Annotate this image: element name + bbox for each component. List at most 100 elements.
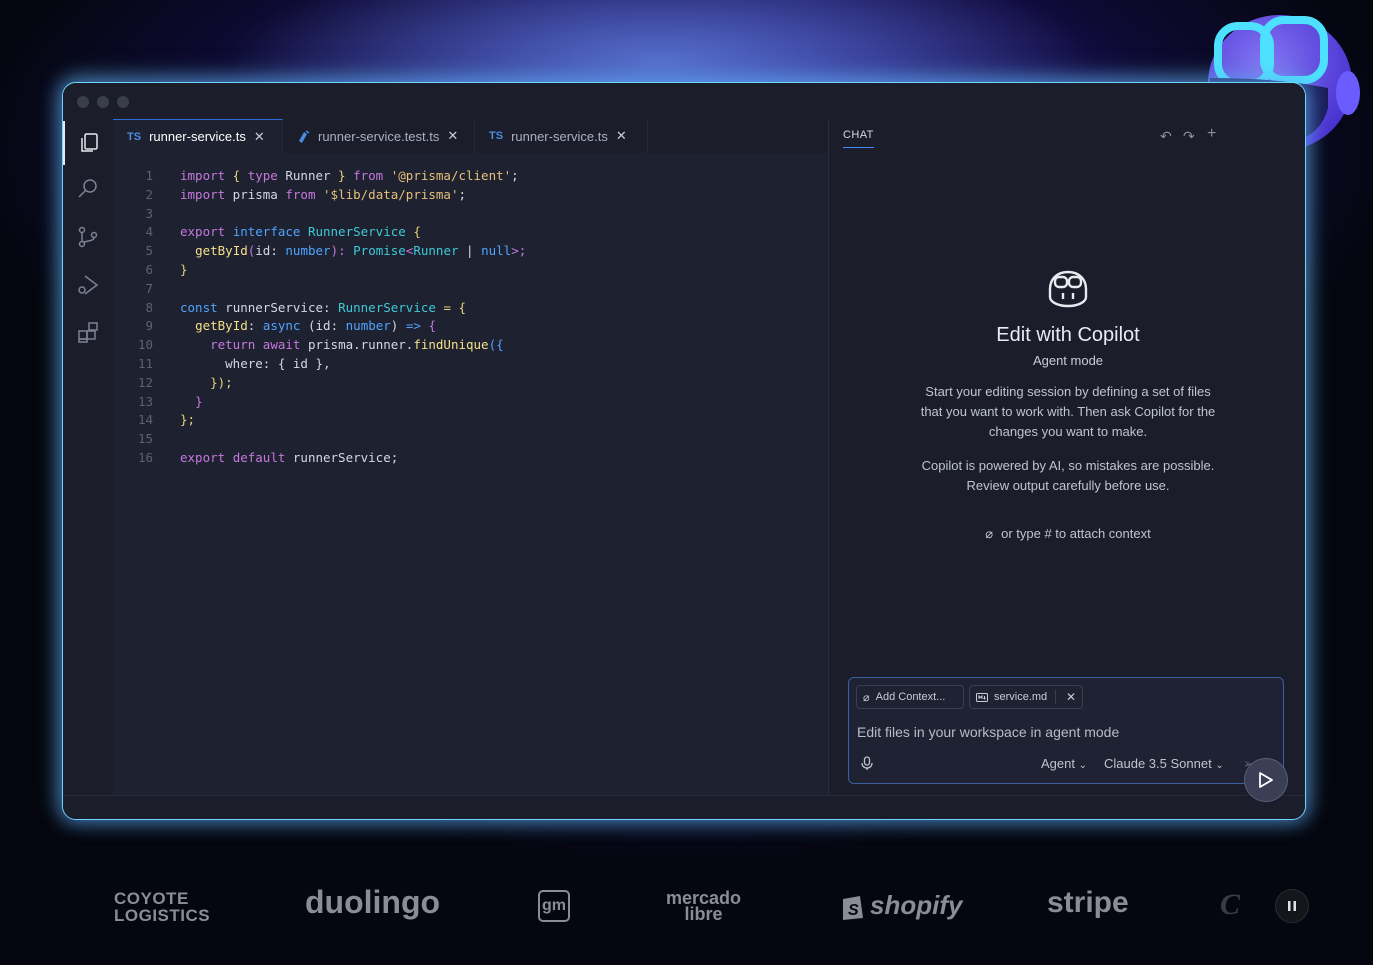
code-token: return: [210, 337, 256, 353]
explorer-icon[interactable]: [63, 121, 113, 165]
code-token: }: [330, 168, 354, 183]
code-token: }: [180, 261, 188, 277]
new-chat-icon[interactable]: +: [1207, 125, 1216, 143]
code-token: :: [323, 299, 339, 315]
close-icon[interactable]: ✕: [447, 128, 458, 144]
code-token: where: { id },: [225, 355, 331, 371]
code-token: from: [353, 168, 384, 183]
close-icon[interactable]: ✕: [616, 128, 627, 144]
code-token: };: [180, 412, 196, 428]
editor-pane: TS runner-service.ts ✕ runner-service.te…: [113, 119, 828, 795]
shopify-bag-icon: S: [843, 895, 863, 920]
code-token: interface: [232, 224, 301, 240]
code-token: {: [405, 224, 421, 240]
code-token: ;: [458, 186, 467, 202]
code-token: RunnerService: [338, 299, 436, 315]
file-chip-service-md[interactable]: service.md ✕: [969, 685, 1083, 709]
code-line: 5 getById(id: number): Promise<Runner | …: [113, 242, 828, 261]
ts-file-icon: TS: [489, 130, 504, 142]
tab-chat[interactable]: CHAT: [843, 129, 874, 148]
code-token: getById(id: number): Promise<Runner | nu…: [180, 242, 526, 261]
gm-logo: gm: [538, 890, 570, 922]
line-number: 1: [145, 168, 153, 183]
code-token: }: [195, 393, 203, 409]
code-line: 10 return await prisma.runner.findUnique…: [113, 336, 828, 355]
tab-runner-service-test[interactable]: runner-service.test.ts ✕: [283, 119, 475, 153]
line-number: 10: [137, 337, 153, 353]
window-minimize-dot[interactable]: [97, 96, 109, 108]
line-number: 16: [137, 449, 153, 465]
tab-label: runner-service.ts: [511, 128, 608, 144]
tab-runner-service[interactable]: TS runner-service.ts ✕: [113, 119, 283, 153]
code-token: const runnerService: RunnerService = {: [180, 299, 466, 318]
code-token: {: [420, 318, 436, 334]
undo-icon[interactable]: ↶: [1160, 128, 1172, 145]
tab-label: runner-service.ts: [149, 129, 246, 144]
code-token: import: [180, 186, 226, 202]
code-line: 16 export default runnerService;: [113, 449, 828, 468]
code-token: |: [458, 243, 482, 259]
line-number: 12: [137, 374, 153, 390]
vscode-window: TS runner-service.ts ✕ runner-service.te…: [62, 82, 1306, 820]
play-button[interactable]: [1244, 758, 1288, 802]
chat-panel: CHAT ↶ ↷ + Edit with Copilot Agent mode …: [828, 119, 1305, 795]
search-icon[interactable]: [63, 167, 113, 211]
code-token: import prisma from '$lib/data/prisma';: [180, 186, 466, 205]
code-editor[interactable]: 1 import { type Runner } from '@prisma/cl…: [113, 167, 828, 468]
code-token: number: [345, 318, 391, 334]
duolingo-logo: duolingo: [305, 884, 441, 920]
tab-runner-service-2[interactable]: TS runner-service.ts ✕: [475, 119, 648, 153]
status-bar: [63, 795, 1305, 819]
add-context-button[interactable]: ⌀ Add Context...: [856, 685, 964, 709]
paperclip-icon: ⌀: [863, 691, 870, 704]
run-debug-icon[interactable]: [63, 263, 113, 307]
pause-button[interactable]: [1275, 889, 1309, 923]
code-line: 14};: [113, 411, 828, 430]
code-token: getById: [195, 318, 248, 334]
stripe-logo: stripe: [1047, 886, 1129, 919]
chevron-down-icon: ⌄: [1078, 760, 1087, 771]
chat-header: CHAT ↶ ↷ +: [829, 119, 1305, 149]
line-number: 7: [145, 280, 153, 296]
extensions-icon[interactable]: [63, 311, 113, 355]
code-token: :: [247, 318, 263, 334]
window-maximize-dot[interactable]: [117, 96, 129, 108]
microphone-icon[interactable]: [861, 756, 873, 774]
chat-input-box: ⌀ Add Context... service.md ✕ Edit files…: [848, 677, 1284, 784]
paperclip-icon: ⌀: [985, 526, 994, 541]
close-icon[interactable]: ✕: [254, 129, 265, 145]
mode-select[interactable]: Agent ⌄: [1041, 756, 1087, 771]
line-number: 4: [145, 224, 153, 240]
coyote-logistics-logo: COYOTE LOGISTICS: [114, 889, 211, 925]
code-token: };: [180, 411, 195, 430]
activity-bar: [63, 119, 113, 795]
code-line: 15: [113, 430, 828, 449]
line-number: 14: [137, 412, 153, 428]
attach-context-hint: ⌀ or type # to attach context: [985, 526, 1151, 541]
code-token: export default runnerService;: [180, 449, 398, 468]
chat-input[interactable]: Edit files in your workspace in agent mo…: [857, 724, 1119, 740]
code-token: {: [225, 168, 248, 183]
code-token: import { type Runner } from '@prisma/cli…: [180, 167, 519, 186]
source-control-icon[interactable]: [63, 215, 113, 259]
customer-logos: COYOTE LOGISTICS duolingo gm mercado libre…: [0, 860, 1373, 950]
code-token: RunnerService: [307, 224, 406, 240]
window-close-dot[interactable]: [77, 96, 89, 108]
code-token: });: [180, 374, 233, 393]
code-token: number: [285, 243, 331, 259]
model-select[interactable]: Claude 3.5 Sonnet ⌄: [1104, 756, 1224, 771]
markdown-file-icon: [976, 692, 988, 702]
code-line: 2 import prisma from '$lib/data/prisma';: [113, 186, 828, 205]
code-token: prisma: [225, 186, 286, 202]
code-line: 8 const runnerService: RunnerService = {: [113, 299, 828, 318]
code-token: >;: [511, 243, 527, 259]
line-number: 5: [145, 243, 153, 259]
code-token: export interface RunnerService {: [180, 223, 421, 242]
redo-icon[interactable]: ↷: [1183, 128, 1195, 145]
remove-file-icon[interactable]: ✕: [1054, 690, 1076, 704]
copilot-icon: [1048, 270, 1088, 308]
